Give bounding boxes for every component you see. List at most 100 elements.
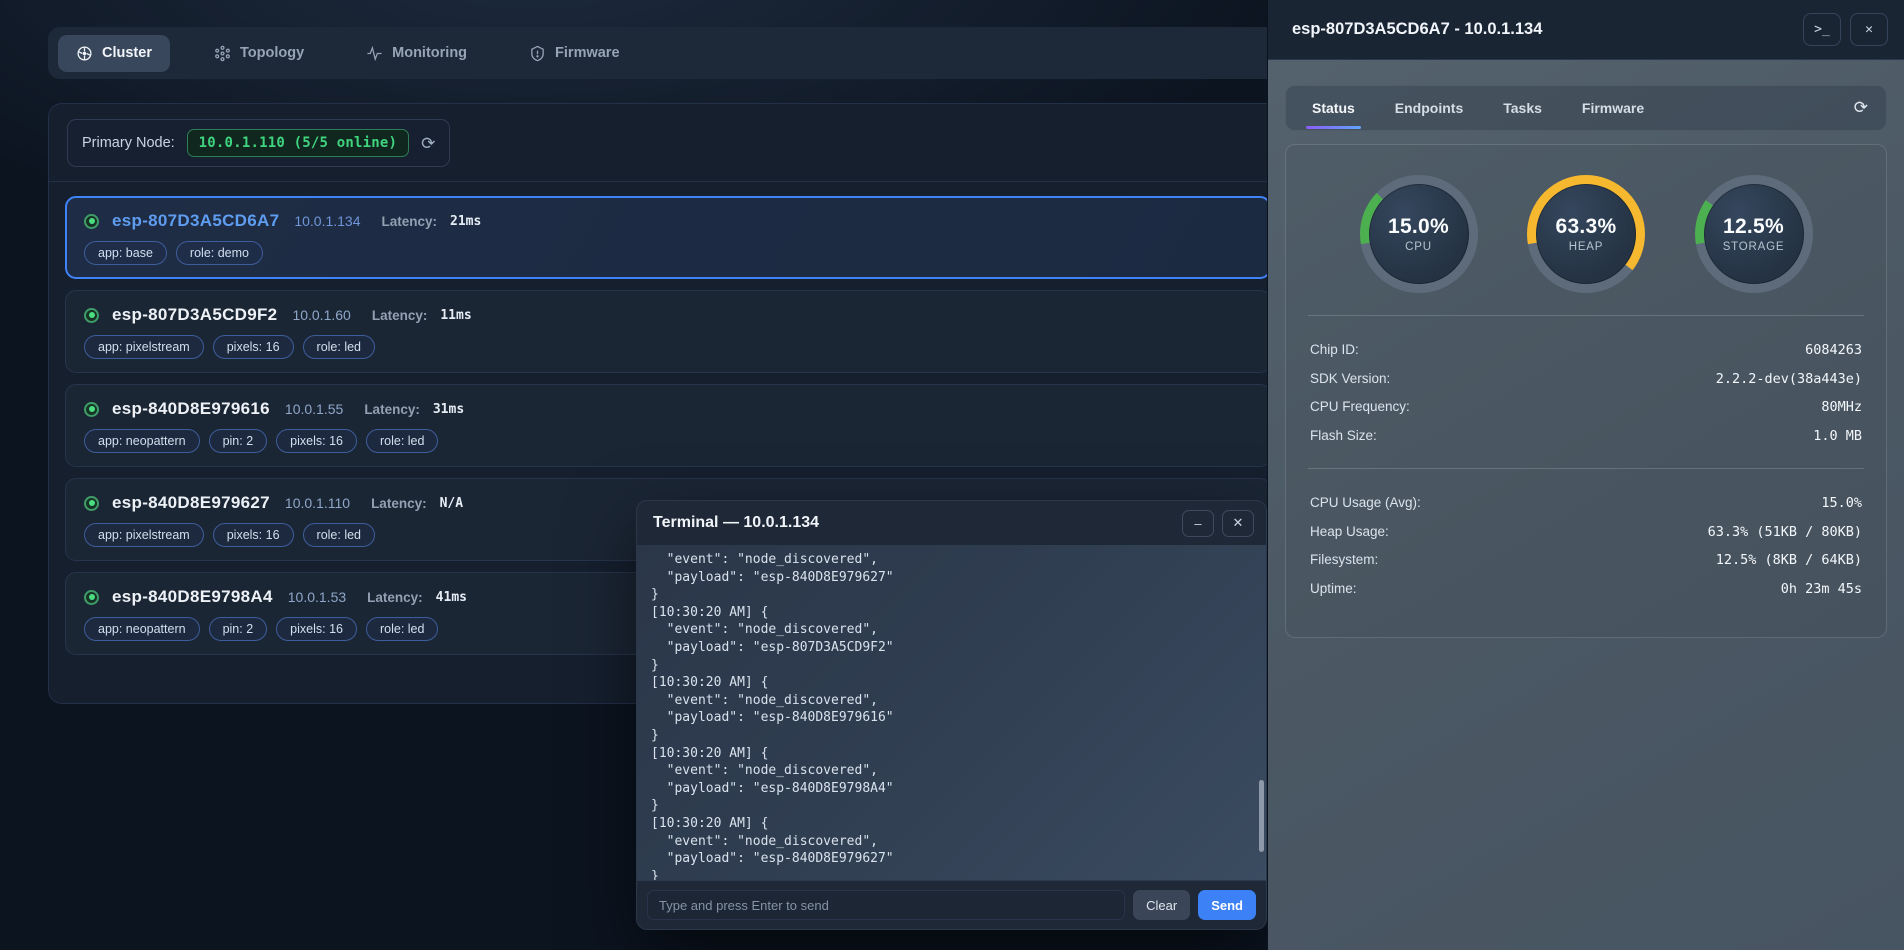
detail-label: SDK Version: <box>1310 365 1390 394</box>
latency-value: N/A <box>440 496 463 511</box>
detail-label: CPU Usage (Avg): <box>1310 489 1421 518</box>
node-ip: 10.0.1.53 <box>288 589 346 605</box>
refresh-icon[interactable]: ⟳ <box>1842 98 1880 118</box>
tab-firmware[interactable]: Firmware <box>1562 87 1664 129</box>
tag-pill: app: neopattern <box>84 429 200 453</box>
topology-icon <box>214 45 231 62</box>
detail-label: CPU Frequency: <box>1310 393 1410 422</box>
terminal-log: "event": "node_discovered", "payload": "… <box>637 545 1266 880</box>
node-tags: app: neopatternpin: 2pixels: 16role: led <box>84 429 1252 453</box>
nav-tab-topology[interactable]: Topology <box>196 35 322 72</box>
detail-row: CPU Frequency: 80MHz <box>1310 393 1862 422</box>
terminal-toggle-icon[interactable]: >_ <box>1803 13 1841 46</box>
nav-tab-label: Monitoring <box>392 45 467 61</box>
tab-endpoints[interactable]: Endpoints <box>1375 87 1483 129</box>
tab-tasks[interactable]: Tasks <box>1483 87 1562 129</box>
gauge-value: 15.0% <box>1388 215 1449 239</box>
gauge-label: HEAP <box>1569 241 1604 253</box>
node-tags: app: baserole: demo <box>84 241 1252 265</box>
detail-label: Uptime: <box>1310 575 1357 604</box>
monitoring-icon <box>366 45 383 62</box>
detail-row: Heap Usage:63.3% (51KB / 80KB) <box>1310 518 1862 547</box>
cluster-icon <box>76 45 93 62</box>
detail-row: SDK Version: 2.2.2-dev(38a443e) <box>1310 365 1862 394</box>
refresh-icon[interactable]: ⟳ <box>421 135 435 152</box>
detail-label: Chip ID: <box>1310 336 1359 365</box>
tag-pill: pin: 2 <box>209 617 268 641</box>
node-row[interactable]: esp-807D3A5CD6A710.0.1.134Latency:21ms ap… <box>65 196 1271 279</box>
minimize-icon[interactable]: – <box>1182 510 1214 537</box>
status-dot-icon <box>84 214 99 229</box>
detail-panel-header: esp-807D3A5CD6A7 - 10.0.1.134 >_ ✕ <box>1268 0 1904 60</box>
node-ip: 10.0.1.55 <box>285 401 343 417</box>
nav-tab-firmware[interactable]: Firmware <box>511 35 637 72</box>
node-detail-panel: esp-807D3A5CD6A7 - 10.0.1.134 >_ ✕ Statu… <box>1267 0 1904 950</box>
gauge-value: 12.5% <box>1723 215 1784 239</box>
latency-value: 11ms <box>440 308 471 323</box>
latency-value: 31ms <box>433 402 464 417</box>
detail-value: 2.2.2-dev(38a443e) <box>1716 365 1862 394</box>
tag-pill: role: led <box>303 523 375 547</box>
tag-pill: role: led <box>366 429 438 453</box>
terminal-log-text: "event": "node_discovered", "payload": "… <box>637 545 1266 880</box>
clear-button[interactable]: Clear <box>1133 890 1190 920</box>
close-icon[interactable]: ✕ <box>1850 13 1888 46</box>
divider <box>1308 315 1864 316</box>
tag-pill: pixels: 16 <box>213 523 294 547</box>
send-button[interactable]: Send <box>1198 890 1256 920</box>
node-row-header: esp-807D3A5CD9F210.0.1.60Latency:11ms <box>84 305 1252 325</box>
tag-pill: pixels: 16 <box>276 617 357 641</box>
nav-tab-cluster[interactable]: Cluster <box>58 35 170 72</box>
top-nav: Cluster Topology Monitoring Firmware <box>48 27 1288 79</box>
gauge-inner: 12.5%STORAGE <box>1704 184 1804 284</box>
node-row[interactable]: esp-807D3A5CD9F210.0.1.60Latency:11ms app… <box>65 290 1271 373</box>
terminal-input-row: Clear Send <box>637 880 1266 929</box>
detail-panel-body: StatusEndpointsTasksFirmware ⟳ 15.0%CPU 63… <box>1268 85 1904 638</box>
close-icon[interactable]: ✕ <box>1222 510 1254 537</box>
tag-pill: app: pixelstream <box>84 523 204 547</box>
gauge-storage: 12.5%STORAGE <box>1695 175 1813 293</box>
nav-tab-monitoring[interactable]: Monitoring <box>348 35 485 72</box>
node-row-header: esp-840D8E979616 10.0.1.55 Latency: 31ms <box>84 399 1252 419</box>
tag-pill: pixels: 16 <box>213 335 294 359</box>
node-name: esp-840D8E979616 <box>112 399 270 419</box>
status-card: 15.0%CPU63.3%HEAP12.5%STORAGE Chip ID:60… <box>1285 144 1887 638</box>
tag-pill: app: pixelstream <box>84 335 204 359</box>
node-row[interactable]: esp-840D8E979616 10.0.1.55 Latency: 31ms app… <box>65 384 1271 467</box>
gauge-cpu: 15.0%CPU <box>1360 175 1478 293</box>
terminal-scrollbar-thumb[interactable] <box>1259 780 1264 852</box>
divider <box>1308 468 1864 469</box>
latency-label: Latency: <box>382 214 438 229</box>
gauge-inner: 15.0%CPU <box>1369 184 1469 284</box>
latency-label: Latency: <box>364 402 420 417</box>
status-dot-icon <box>84 402 99 417</box>
detail-value: 1.0 MB <box>1813 422 1862 451</box>
terminal-title: Terminal — 10.0.1.134 <box>653 514 1174 532</box>
terminal-input[interactable] <box>647 890 1125 920</box>
usage-info-group: CPU Usage (Avg): 15.0%Heap Usage:63.3% (5… <box>1310 483 1862 617</box>
detail-value: 15.0% <box>1821 489 1862 518</box>
detail-label: Filesystem: <box>1310 546 1378 575</box>
detail-row: Filesystem:12.5% (8KB / 64KB) <box>1310 546 1862 575</box>
detail-tabs: StatusEndpointsTasksFirmware ⟳ <box>1285 85 1887 131</box>
firmware-icon <box>529 45 546 62</box>
node-name: esp-807D3A5CD6A7 <box>112 211 279 231</box>
status-dot-icon <box>84 496 99 511</box>
detail-panel-title: esp-807D3A5CD6A7 - 10.0.1.134 <box>1292 20 1794 39</box>
detail-value: 80MHz <box>1821 393 1862 422</box>
detail-row: Uptime: 0h 23m 45s <box>1310 575 1862 604</box>
tag-pill: role: demo <box>176 241 263 265</box>
primary-node-label: Primary Node: <box>82 135 175 151</box>
status-dot-icon <box>84 590 99 605</box>
tag-pill: role: led <box>366 617 438 641</box>
detail-value: 63.3% (51KB / 80KB) <box>1708 518 1862 547</box>
detail-value: 6084263 <box>1805 336 1862 365</box>
node-name: esp-807D3A5CD9F2 <box>112 305 277 325</box>
detail-value: 0h 23m 45s <box>1781 575 1862 604</box>
node-name: esp-840D8E9798A4 <box>112 587 273 607</box>
tab-status[interactable]: Status <box>1292 87 1375 129</box>
terminal-window: Terminal — 10.0.1.134 – ✕ "event": "node… <box>636 500 1267 930</box>
gauge-row: 15.0%CPU63.3%HEAP12.5%STORAGE <box>1310 169 1862 311</box>
node-row-header: esp-807D3A5CD6A710.0.1.134Latency:21ms <box>84 211 1252 231</box>
nav-tab-label: Firmware <box>555 45 619 61</box>
